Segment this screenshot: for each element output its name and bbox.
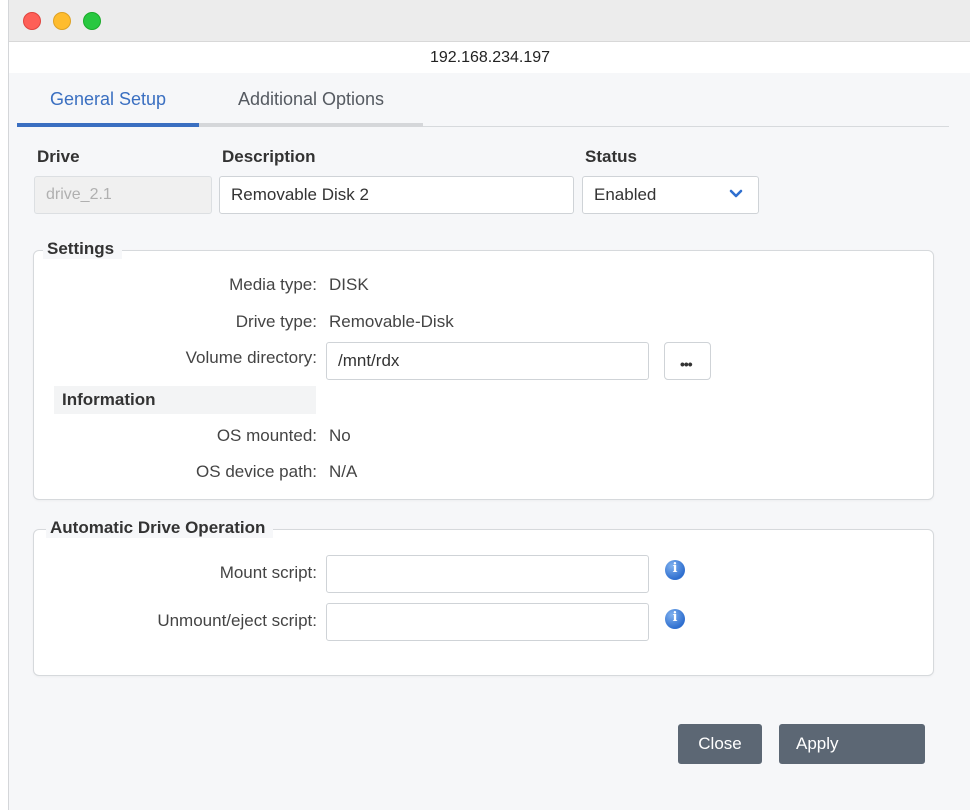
browse-button[interactable]: •••: [664, 342, 711, 380]
tab-general-setup[interactable]: General Setup: [17, 73, 199, 127]
minimize-window-button[interactable]: [53, 12, 71, 30]
title-bar: 192.168.234.197: [9, 0, 970, 73]
browse-button-label: •••: [680, 356, 693, 372]
unmount-script-input[interactable]: [326, 603, 649, 641]
tab-additional-options[interactable]: Additional Options: [199, 73, 423, 127]
os-mounted-label: OS mounted:: [216, 426, 317, 445]
info-icon[interactable]: i: [665, 560, 685, 580]
unmount-script-label: Unmount/eject script:: [157, 611, 317, 630]
media-type-label: Media type:: [229, 275, 317, 294]
description-field[interactable]: Removable Disk 2: [219, 176, 574, 214]
info-icon[interactable]: i: [665, 609, 685, 629]
address-bar: 192.168.234.197: [9, 41, 970, 73]
dialog-window: 192.168.234.197 General Setup Additional…: [8, 0, 970, 810]
close-window-button[interactable]: [23, 12, 41, 30]
os-device-path-value: N/A: [329, 462, 358, 481]
drive-type-label: Drive type:: [235, 312, 317, 331]
chevron-down-icon: [729, 189, 743, 198]
os-mounted-value: No: [329, 426, 351, 445]
status-column-label: Status: [585, 147, 637, 166]
volume-directory-label: Volume directory:: [185, 348, 317, 367]
mount-script-input[interactable]: [326, 555, 649, 593]
status-select-value: Enabled: [594, 185, 657, 204]
zoom-window-button[interactable]: [83, 12, 101, 30]
os-device-path-label: OS device path:: [196, 462, 317, 481]
automatic-drive-operation-legend: Automatic Drive Operation: [46, 518, 274, 538]
close-button[interactable]: Close: [678, 724, 762, 764]
mount-script-label: Mount script:: [219, 563, 317, 582]
information-heading: Information: [54, 386, 316, 414]
status-select[interactable]: Enabled: [582, 176, 759, 214]
tab-bar: General Setup Additional Options: [17, 73, 949, 127]
drive-field: drive_2.1: [34, 176, 212, 214]
drive-column-label: Drive: [37, 147, 80, 166]
volume-directory-input[interactable]: /mnt/rdx: [326, 342, 649, 380]
description-column-label: Description: [222, 147, 316, 166]
apply-button[interactable]: Apply: [779, 724, 925, 764]
media-type-value: DISK: [329, 275, 369, 294]
settings-legend: Settings: [43, 239, 123, 259]
url-text: 192.168.234.197: [429, 49, 551, 66]
drive-type-value: Removable-Disk: [329, 312, 454, 331]
